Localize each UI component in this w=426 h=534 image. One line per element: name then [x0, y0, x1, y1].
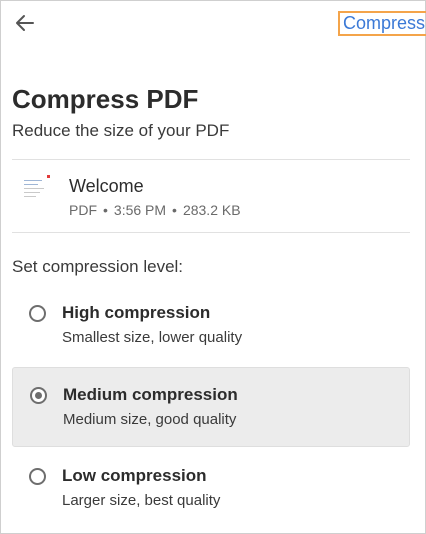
- radio-button[interactable]: [29, 305, 46, 322]
- file-type: PDF: [69, 202, 97, 218]
- arrow-left-icon: [16, 15, 34, 31]
- page-title: Compress PDF: [12, 84, 199, 114]
- option-title: Medium compression: [63, 385, 238, 404]
- page-subtitle: Reduce the size of your PDF: [12, 121, 230, 140]
- option-medium-compression[interactable]: Medium compression Medium size, good qua…: [12, 367, 410, 447]
- pdf-thumbnail-icon: [21, 173, 53, 205]
- section-label: Set compression level:: [12, 257, 184, 276]
- compress-button[interactable]: Compress: [338, 11, 426, 36]
- app-frame: Compress Compress PDF Reduce the size of…: [0, 0, 426, 534]
- radio-button-selected[interactable]: [30, 387, 47, 404]
- option-title: High compression: [62, 303, 211, 322]
- file-time: 3:56 PM: [113, 202, 167, 218]
- file-meta: PDF • 3:56 PM • 283.2 KB: [69, 202, 241, 218]
- back-button[interactable]: [13, 11, 37, 35]
- meta-separator: •: [103, 202, 108, 218]
- option-description: Medium size, good quality: [63, 411, 237, 428]
- option-title: Low compression: [62, 466, 207, 485]
- option-description: Larger size, best quality: [62, 492, 221, 509]
- option-high-compression[interactable]: High compression Smallest size, lower qu…: [12, 286, 410, 366]
- option-description: Smallest size, lower quality: [62, 329, 243, 346]
- file-size: 283.2 KB: [182, 202, 241, 218]
- radio-button[interactable]: [29, 468, 46, 485]
- divider: [12, 232, 410, 233]
- option-low-compression[interactable]: Low compression Larger size, best qualit…: [12, 449, 410, 529]
- file-name: Welcome: [69, 176, 144, 196]
- meta-separator: •: [172, 202, 177, 218]
- divider: [12, 159, 410, 160]
